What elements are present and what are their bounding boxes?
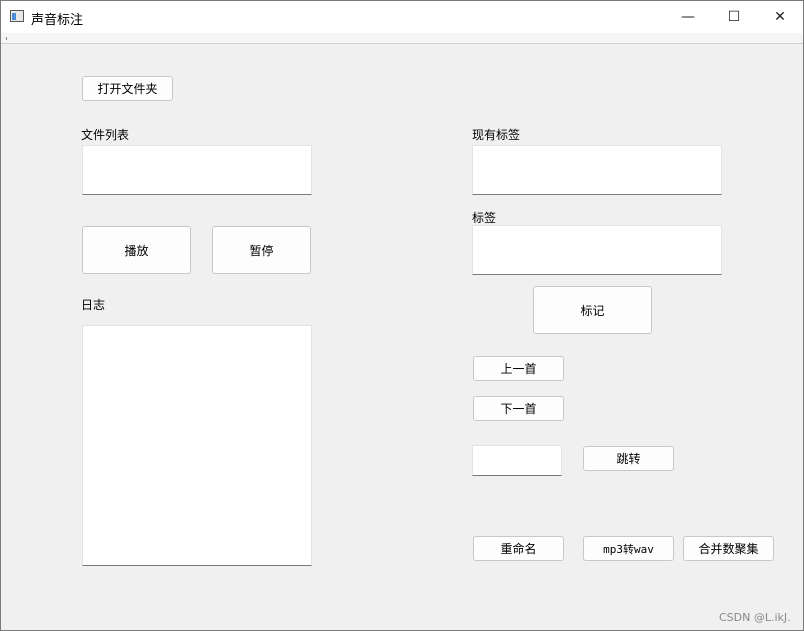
- toolbar-grip: [6, 37, 7, 40]
- rename-button[interactable]: 重命名: [473, 536, 564, 561]
- log-textarea[interactable]: [82, 325, 312, 566]
- jump-index-input[interactable]: [472, 445, 562, 476]
- app-window: 声音标注 — ☐ ✕ 打开文件夹 文件列表 播放 暂停 日志 现有标签 标签 标…: [0, 0, 804, 631]
- maximize-button[interactable]: ☐: [711, 1, 757, 33]
- app-icon: [10, 10, 24, 22]
- file-list-label: 文件列表: [81, 128, 130, 142]
- menu-bar: [1, 33, 803, 44]
- watermark: CSDN @L.ikJ.: [719, 611, 791, 624]
- pause-button[interactable]: 暂停: [212, 226, 311, 274]
- minimize-button[interactable]: —: [665, 1, 711, 33]
- existing-tags-label: 现有标签: [472, 128, 521, 142]
- window-title: 声音标注: [31, 13, 84, 28]
- file-list[interactable]: [82, 145, 312, 195]
- open-folder-button[interactable]: 打开文件夹: [82, 76, 173, 101]
- close-button[interactable]: ✕: [757, 1, 803, 33]
- log-label: 日志: [81, 298, 106, 312]
- existing-tags-list[interactable]: [472, 145, 722, 195]
- mark-button[interactable]: 标记: [533, 286, 652, 334]
- tag-input[interactable]: [472, 225, 722, 275]
- next-track-button[interactable]: 下一首: [473, 396, 564, 421]
- title-bar: 声音标注 — ☐ ✕: [1, 1, 803, 33]
- merge-dataset-button[interactable]: 合并数聚集: [683, 536, 774, 561]
- play-button[interactable]: 播放: [82, 226, 191, 274]
- tag-label: 标签: [472, 211, 497, 225]
- mp3-to-wav-button[interactable]: mp3转wav: [583, 536, 674, 561]
- jump-button[interactable]: 跳转: [583, 446, 674, 471]
- previous-track-button[interactable]: 上一首: [473, 356, 564, 381]
